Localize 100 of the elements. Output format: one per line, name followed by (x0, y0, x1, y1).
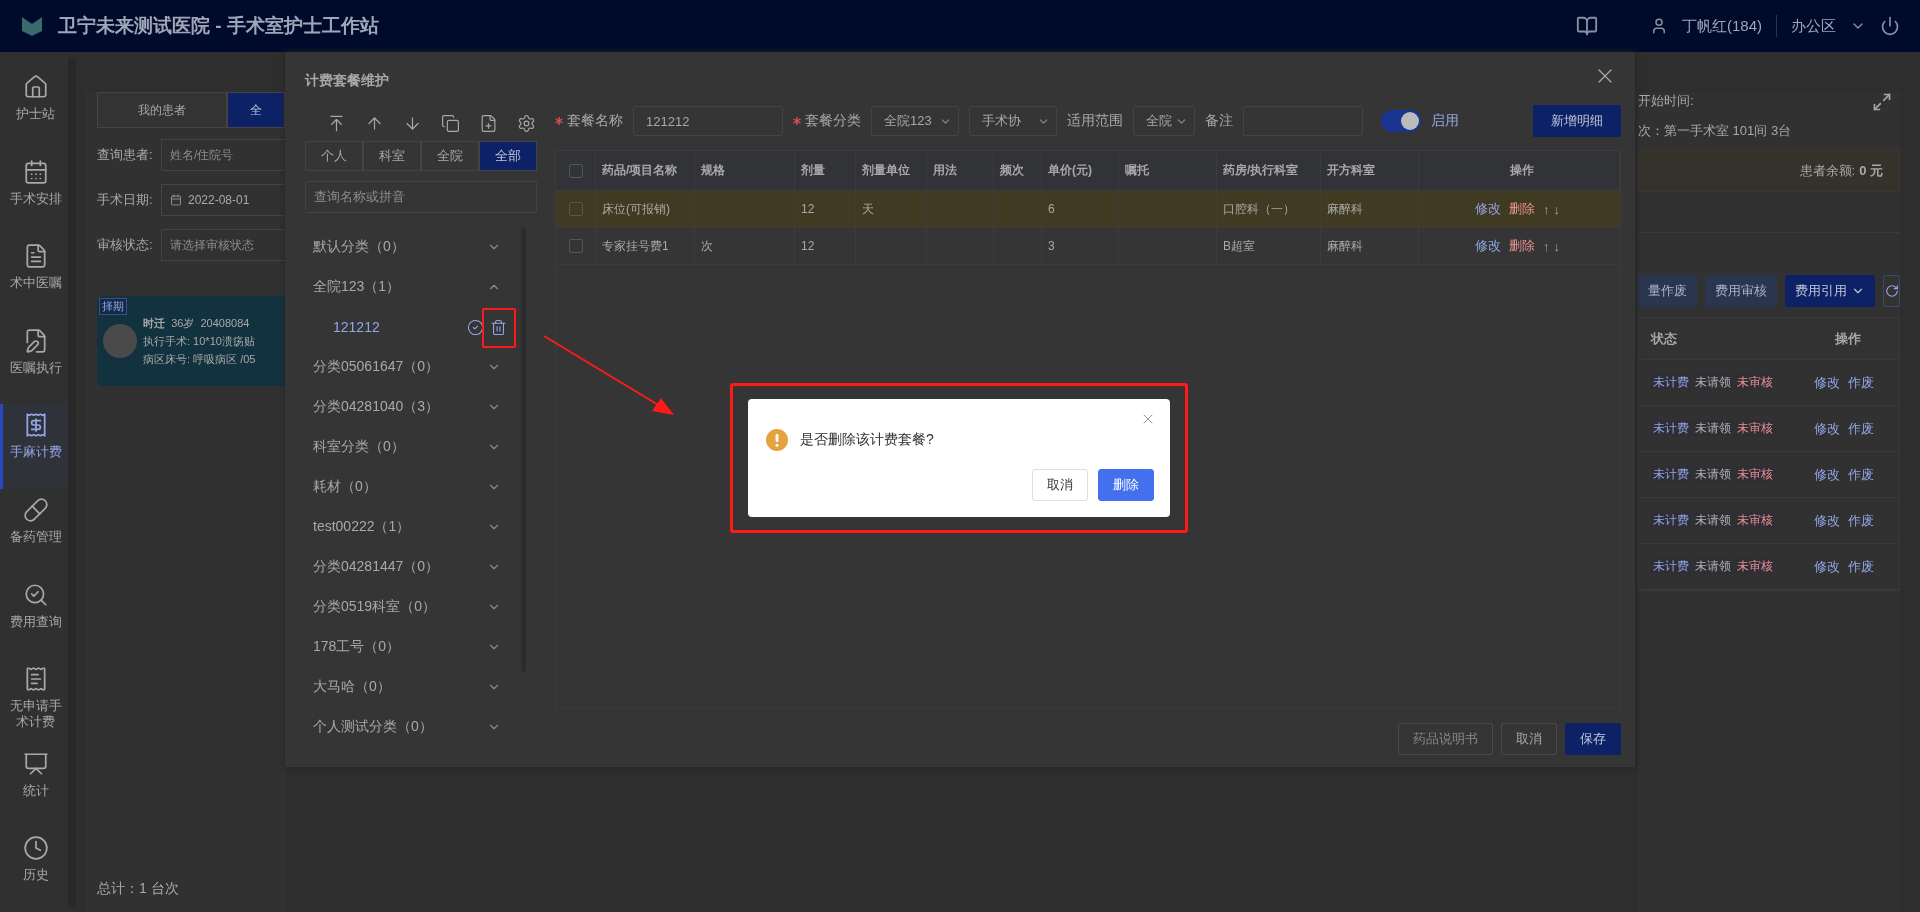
patient-summary: 时迁 36岁 20408084 (143, 315, 251, 331)
column-header: 药品/项目名称 (596, 151, 695, 190)
settings-icon[interactable] (517, 114, 536, 133)
arrow-up-icon[interactable] (365, 114, 384, 133)
filter-tab[interactable]: 科室 (363, 141, 421, 171)
move-top-icon[interactable] (327, 114, 346, 133)
form-label: 备注 (1205, 112, 1233, 130)
add-detail-button[interactable]: 新增明细 (1533, 105, 1621, 137)
patient-detail: 病区床号: 呼吸病区 /05 (143, 351, 256, 367)
room-info: 次：第一手术室 101间 3台 (1638, 122, 1792, 140)
category-item[interactable]: 178工号（0） (305, 627, 513, 667)
checkbox[interactable] (569, 163, 583, 178)
move-link[interactable]: ↑ (1543, 238, 1550, 254)
status-tag: 未审核 (1735, 374, 1775, 390)
nav-item[interactable]: 历史 (0, 827, 68, 912)
select-field[interactable]: 全院123 (871, 106, 959, 136)
select-field[interactable]: 全院 (1133, 106, 1195, 136)
clock-icon (22, 835, 49, 862)
date-field[interactable]: 2022-08-01 (161, 184, 285, 216)
action-link[interactable]: 作废 (1848, 465, 1874, 484)
search-field[interactable]: 查询名称或拼音 (305, 181, 537, 213)
patient-card[interactable]: 择期 时迁 36岁 20408084 执行手术: 10*10溃疡贴 病区床号: 呼吸病区 /05 (97, 296, 285, 386)
file-plus-icon[interactable] (479, 114, 498, 133)
nav-item[interactable]: 统计 (0, 742, 68, 828)
check-circle-icon[interactable] (467, 318, 484, 336)
category-item[interactable]: 分类0519科室（0） (305, 587, 513, 627)
action-button[interactable]: 费用引用 (1785, 275, 1875, 307)
category-item[interactable]: 科室分类（0） (305, 427, 513, 467)
nav-item[interactable]: 术中医嘱 (0, 235, 68, 320)
nav-item[interactable]: 无申请手术计费 (0, 658, 68, 743)
move-link[interactable]: ↑ (1543, 201, 1550, 217)
action-link[interactable]: 修改 (1814, 511, 1840, 530)
expand-icon[interactable] (1872, 92, 1892, 112)
input-field[interactable]: 121212 (633, 106, 783, 136)
action-button[interactable]: 费用审核 (1705, 275, 1777, 307)
action-link[interactable]: 删除 (1509, 237, 1535, 255)
status-tag: 未审核 (1735, 558, 1775, 574)
patient-tab[interactable]: 我的患者 (97, 92, 227, 128)
package-item[interactable]: 121212 (333, 319, 461, 335)
select-field[interactable]: 手术协 (969, 106, 1057, 136)
trash-icon[interactable] (490, 318, 507, 336)
category-item[interactable]: 全院123（1） (305, 267, 513, 307)
checkbox[interactable] (569, 239, 583, 253)
category-item[interactable]: 分类05061647（0） (305, 347, 513, 387)
refresh-button[interactable] (1883, 275, 1900, 307)
table-cell: 专家挂号费1 (602, 237, 669, 255)
nav-item[interactable]: 备药管理 (0, 488, 68, 574)
action-link[interactable]: 作废 (1848, 419, 1874, 438)
category-item[interactable]: 分类04281447（0） (305, 547, 513, 587)
checkbox[interactable] (569, 202, 583, 216)
dialog-button[interactable]: 删除 (1098, 469, 1154, 501)
power-icon[interactable] (1880, 16, 1900, 36)
filter-tab[interactable]: 全部 (479, 141, 537, 171)
status-tag: 未计费 (1651, 558, 1691, 574)
status-tag: 未计费 (1651, 512, 1691, 528)
action-link[interactable]: 作废 (1848, 373, 1874, 392)
action-link[interactable]: 作废 (1848, 557, 1874, 576)
action-link[interactable]: 删除 (1509, 200, 1535, 218)
action-link[interactable]: 修改 (1814, 557, 1840, 576)
action-link[interactable]: 修改 (1814, 419, 1840, 438)
column-header: 嘱托 (1119, 151, 1217, 190)
dialog-button[interactable]: 取消 (1032, 469, 1088, 501)
category-item[interactable]: test00222（1） (305, 507, 513, 547)
nav-item[interactable]: 费用查询 (0, 573, 68, 659)
status-tag: 未审核 (1735, 420, 1775, 436)
category-item[interactable]: 分类04281040（3） (305, 387, 513, 427)
toggle-switch[interactable] (1381, 110, 1421, 132)
filter-tab[interactable]: 全院 (421, 141, 479, 171)
nav-item[interactable]: 手麻计费 (0, 404, 68, 489)
move-link[interactable]: ↓ (1553, 201, 1560, 217)
move-link[interactable]: ↓ (1553, 238, 1560, 254)
arrow-down-icon[interactable] (403, 114, 422, 133)
nav-item[interactable]: 医嘱执行 (0, 319, 68, 405)
nav-item[interactable]: 手术安排 (0, 150, 68, 236)
footer-button[interactable]: 取消 (1501, 723, 1557, 755)
footer-button[interactable]: 保存 (1565, 723, 1621, 755)
patient-detail: 执行手术: 10*10溃疡贴 (143, 333, 256, 349)
action-link[interactable]: 修改 (1814, 465, 1840, 484)
status-tag: 未审核 (1735, 466, 1775, 482)
category-item[interactable]: 大马哈（0） (305, 667, 513, 707)
table-cell: 12 (801, 202, 815, 216)
table-cell: 口腔科（一） (1223, 200, 1295, 218)
copy-icon[interactable] (441, 114, 460, 133)
book-icon[interactable] (1575, 15, 1598, 37)
chart-board-icon (22, 750, 49, 777)
status-tag: 未请领 (1693, 558, 1733, 574)
nav-item[interactable]: 护士站 (0, 66, 68, 151)
category-item[interactable]: 默认分类（0） (305, 227, 513, 267)
form-label: 适用范围 (1067, 112, 1123, 130)
category-item[interactable]: 耗材（0） (305, 467, 513, 507)
category-item[interactable]: 个人测试分类（0） (305, 707, 513, 747)
action-link[interactable]: 修改 (1475, 237, 1501, 255)
action-link[interactable]: 修改 (1475, 200, 1501, 218)
patient-tab[interactable]: 全 (227, 92, 285, 128)
filter-tab[interactable]: 个人 (305, 141, 363, 171)
action-link[interactable]: 作废 (1848, 511, 1874, 530)
action-button[interactable]: 量作废 (1638, 275, 1697, 307)
table-cell: 次 (701, 237, 713, 255)
action-link[interactable]: 修改 (1814, 373, 1840, 392)
area-select[interactable]: 办公区 (1791, 16, 1836, 36)
